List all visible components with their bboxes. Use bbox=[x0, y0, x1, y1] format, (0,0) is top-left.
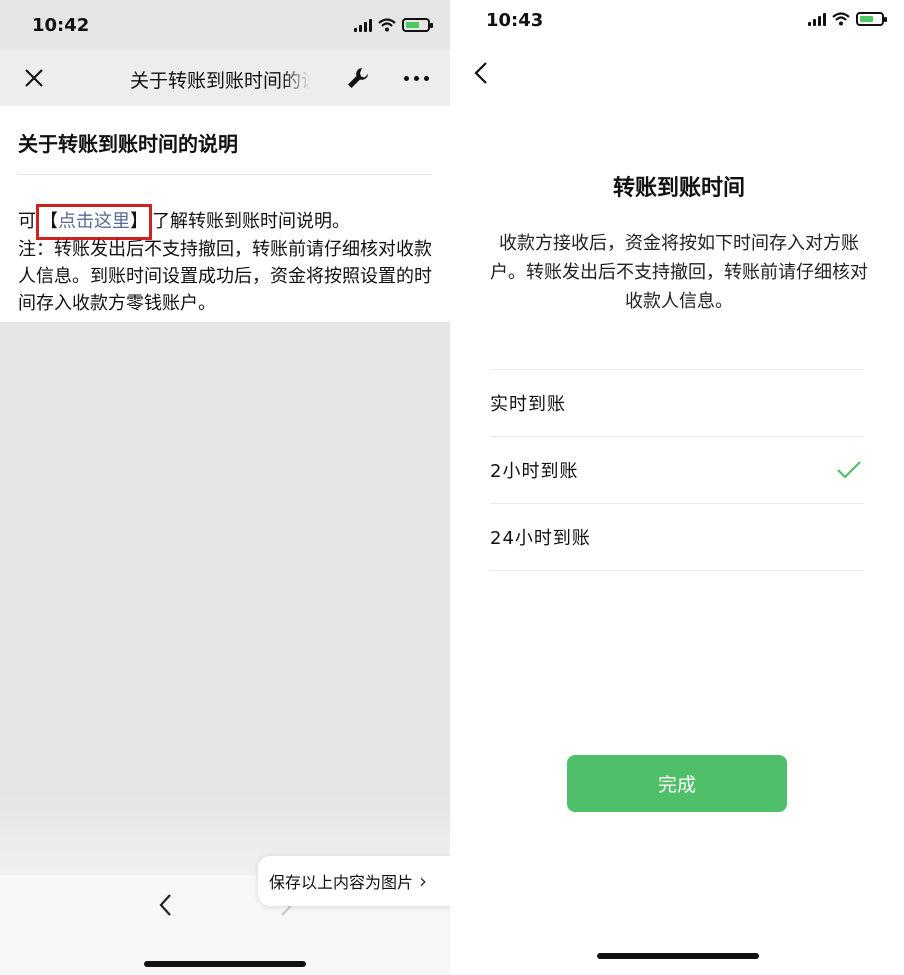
option-2-hours[interactable]: 2小时到账 bbox=[490, 437, 864, 504]
back-chevron-icon[interactable] bbox=[156, 892, 176, 918]
back-chevron-icon[interactable] bbox=[472, 60, 490, 86]
wifi-icon bbox=[378, 18, 396, 32]
battery-icon bbox=[402, 18, 433, 32]
status-bar: 10:43 bbox=[454, 0, 904, 50]
page-title: 转账到账时间 bbox=[612, 176, 745, 201]
article-note: 注：转账发出后不支持撤回，转账前请仔细核对收款人信息。到账时间设置成功后，资金将… bbox=[18, 239, 432, 314]
status-time: 10:42 bbox=[32, 15, 90, 36]
left-screen: 10:42 关于转账到账时间的说明 关于转账到账时间的说明 可【点击这里】了解转… bbox=[0, 0, 450, 975]
option-label: 2小时到账 bbox=[490, 461, 579, 482]
article-heading: 关于转账到账时间的说明 bbox=[18, 132, 238, 156]
home-indicator bbox=[597, 953, 759, 959]
link-highlight-box: 【点击这里】 bbox=[36, 204, 152, 240]
close-icon[interactable] bbox=[22, 66, 46, 90]
article: 关于转账到账时间的说明 可【点击这里】 了解转账到账时间说明。 注：转账发出后不支… bbox=[0, 106, 450, 322]
option-realtime[interactable]: 实时到账 bbox=[490, 370, 864, 437]
page-description: 收款方接收后，资金将按如下时间存入对方账户。转账发出后不支持撤回，转账前请仔细核… bbox=[490, 233, 868, 312]
battery-icon bbox=[856, 12, 887, 26]
save-as-image-button[interactable]: 保存以上内容为图片 › bbox=[258, 856, 450, 906]
wifi-icon bbox=[832, 12, 850, 26]
article-prefix: 可 bbox=[18, 211, 36, 232]
link-bracket-close: 】 bbox=[130, 211, 148, 232]
signal-icon bbox=[808, 12, 826, 26]
article-body: 可【点击这里】 了解转账到账时间说明。 注：转账发出后不支持撤回，转账前请仔细核对… bbox=[18, 204, 438, 317]
more-icon[interactable] bbox=[404, 76, 429, 81]
nav-title: 关于转账到账时间的说明 bbox=[130, 70, 310, 92]
option-label: 24小时到账 bbox=[490, 528, 591, 549]
status-icons bbox=[354, 18, 433, 32]
divider bbox=[18, 174, 432, 175]
option-label: 实时到账 bbox=[490, 394, 566, 415]
signal-icon bbox=[354, 18, 372, 32]
done-button[interactable]: 完成 bbox=[567, 755, 787, 812]
status-time: 10:43 bbox=[486, 10, 544, 31]
wrench-icon[interactable] bbox=[345, 65, 371, 91]
right-screen: 10:43 转账到账时间 收款方接收后，资金将按如下时间存入对方账户。转账发出后… bbox=[454, 0, 904, 975]
save-as-image-label: 保存以上内容为图片 bbox=[269, 873, 414, 892]
status-icons bbox=[808, 12, 887, 26]
option-24-hours[interactable]: 24小时到账 bbox=[490, 504, 864, 571]
click-here-link[interactable]: 点击这里 bbox=[58, 211, 130, 232]
checkmark-icon bbox=[837, 461, 861, 479]
arrival-time-options: 实时到账 2小时到账 24小时到账 bbox=[490, 369, 864, 571]
article-after-link: 了解转账到账时间说明。 bbox=[152, 211, 350, 232]
chevron-right-icon: › bbox=[419, 869, 428, 893]
link-bracket-open: 【 bbox=[40, 211, 58, 232]
home-indicator bbox=[144, 961, 306, 967]
status-bar: 10:42 bbox=[0, 0, 450, 50]
nav-bar: 关于转账到账时间的说明 bbox=[0, 50, 450, 106]
